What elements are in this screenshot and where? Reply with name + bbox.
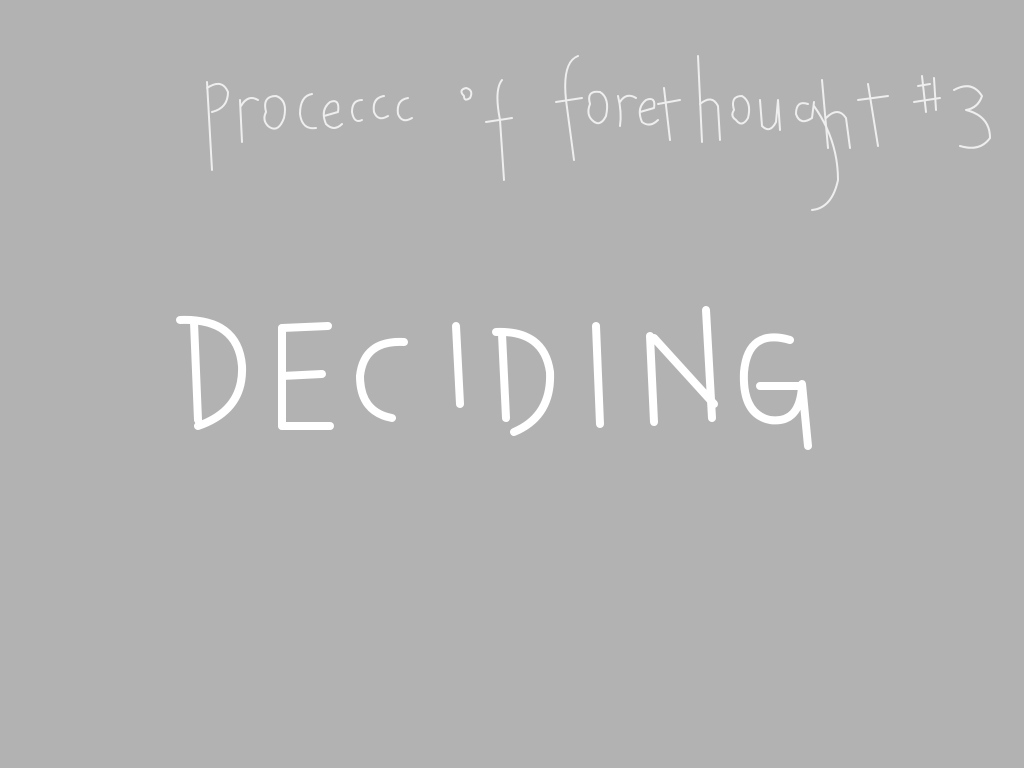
handwritten-heading (176, 306, 812, 450)
drawing-canvas[interactable]: process of forethought #3 DECIDING (0, 0, 1024, 768)
handwritten-subtitle (206, 55, 991, 211)
handwriting-layer (176, 55, 991, 450)
